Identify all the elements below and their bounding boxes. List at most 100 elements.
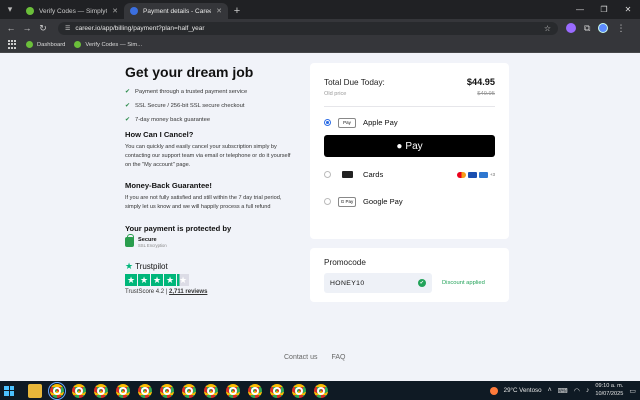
bookmark-star-icon[interactable]: ☆ xyxy=(544,24,551,33)
address-bar[interactable]: ☰ career.io/app/billing/payment?plan=hal… xyxy=(58,21,558,35)
payment-card: Total Due Today: $44.95 Old price $49.95… xyxy=(310,63,509,239)
apple-pay-radio[interactable] xyxy=(324,119,331,126)
chrome-icon[interactable] xyxy=(204,383,218,398)
url-text: career.io/app/billing/payment?plan=half_… xyxy=(75,24,205,32)
chrome-icon[interactable] xyxy=(94,383,108,398)
chrome-icon[interactable] xyxy=(116,383,130,398)
contact-us-link[interactable]: Contact us xyxy=(284,354,317,361)
google-pay-label: Google Pay xyxy=(363,197,403,206)
chrome-icon[interactable] xyxy=(138,383,152,398)
cancel-text: You can quickly and easily cancel your s… xyxy=(125,144,291,168)
cancel-heading: How Can I Cancel? xyxy=(125,130,194,139)
google-pay-radio[interactable] xyxy=(324,198,331,205)
list-item: ✔ 7-day money back guarantee xyxy=(125,116,295,124)
windows-taskbar: 29°C Ventoso ˄ ⌨ ◠ ♪ 09:10 a. m. 10/07/2… xyxy=(0,381,640,400)
system-tray: 29°C Ventoso ˄ ⌨ ◠ ♪ 09:10 a. m. 10/07/2… xyxy=(489,383,636,398)
bookmark-dashboard[interactable]: Dashboard xyxy=(26,41,65,48)
apple-pay-button[interactable]: ● Pay xyxy=(324,135,495,157)
chrome-icon[interactable] xyxy=(292,383,306,398)
language-icon[interactable]: ⌨ xyxy=(558,387,568,395)
payment-method-google-pay[interactable]: G Pay Google Pay xyxy=(324,195,495,208)
benefits-list: ✔ Payment through a trusted payment servi… xyxy=(125,88,295,124)
notification-icon[interactable]: ▭ xyxy=(629,387,636,395)
close-window-icon[interactable]: ✕ xyxy=(616,5,640,14)
chrome-icon[interactable] xyxy=(226,383,240,398)
protected-heading: Your payment is protected by xyxy=(125,223,232,233)
cards-label: Cards xyxy=(363,170,384,179)
page-title: Get your dream job xyxy=(125,64,254,80)
new-tab-button[interactable]: + xyxy=(228,3,246,19)
tab-title: Payment details - Career.io xyxy=(143,7,212,15)
file-explorer-icon[interactable] xyxy=(28,383,42,398)
trustpilot-logo: ★ Trustpilot xyxy=(125,261,295,272)
amex-icon xyxy=(478,171,488,178)
credit-card-icon xyxy=(338,170,356,180)
secure-sub: SSL Encryption xyxy=(138,242,167,248)
tab-search-button[interactable]: ▾ xyxy=(0,0,20,19)
guarantee-heading: Money-Back Guarantee! xyxy=(125,181,212,191)
chrome-icon[interactable] xyxy=(72,383,86,398)
profile-avatar[interactable] xyxy=(598,23,609,33)
bookmark-favicon-icon xyxy=(26,41,33,48)
cards-radio[interactable] xyxy=(324,171,331,178)
apple-pay-label: Apple Pay xyxy=(363,118,398,127)
mastercard-icon xyxy=(456,171,466,178)
payment-method-cards[interactable]: Cards +3 xyxy=(324,168,495,181)
chrome-icon[interactable] xyxy=(270,383,284,398)
maximize-icon[interactable]: ❐ xyxy=(592,5,616,14)
payment-method-apple-pay[interactable]: Pay Apple Pay xyxy=(324,116,495,129)
menu-kebab-icon[interactable]: ⋮ xyxy=(616,23,625,34)
chevron-up-icon[interactable]: ˄ xyxy=(548,387,552,394)
weather-text[interactable]: 29°C Ventoso xyxy=(504,387,542,394)
tab-career-payment[interactable]: Payment details - Career.io ✕ xyxy=(124,3,228,19)
check-icon: ✔ xyxy=(125,89,131,95)
reload-icon[interactable]: ↻ xyxy=(36,21,50,35)
weather-icon[interactable] xyxy=(489,386,498,395)
check-circle-icon: ✔ xyxy=(418,279,426,287)
tab-close-icon[interactable]: ✕ xyxy=(112,7,118,15)
bookmark-verify-codes[interactable]: Verify Codes — Sim... xyxy=(74,41,142,48)
browser-tab-strip: ▾ Verify Codes — SimplyCodes ✕ Payment d… xyxy=(0,0,640,19)
extension-icon[interactable] xyxy=(566,23,576,33)
google-pay-icon: G Pay xyxy=(338,196,356,207)
check-icon: ✔ xyxy=(125,103,131,109)
apple-logo-icon: ● xyxy=(396,140,403,152)
site-info-icon[interactable]: ☰ xyxy=(65,25,70,32)
chrome-icon[interactable] xyxy=(248,383,262,398)
wifi-icon[interactable]: ◠ xyxy=(574,387,580,395)
old-price-label: Old price xyxy=(324,91,347,97)
old-price-value: $49.95 xyxy=(477,91,495,97)
promocode-value: HONEY10 xyxy=(330,279,365,287)
back-icon[interactable]: ← xyxy=(4,21,18,35)
clock[interactable]: 09:10 a. m. 10/07/2025 xyxy=(595,383,623,398)
lock-icon xyxy=(125,234,134,248)
minimize-icon[interactable]: — xyxy=(568,5,592,14)
volume-icon[interactable]: ♪ xyxy=(586,387,590,394)
tab-close-icon[interactable]: ✕ xyxy=(216,7,222,15)
faq-link[interactable]: FAQ xyxy=(331,354,345,361)
tab-simplycodes[interactable]: Verify Codes — SimplyCodes ✕ xyxy=(20,3,124,19)
check-icon: ✔ xyxy=(125,117,131,123)
bullet-text: Payment through a trusted payment servic… xyxy=(135,88,248,95)
promocode-title: Promocode xyxy=(324,258,366,267)
trustpilot-star-icon: ★ xyxy=(125,260,134,271)
trustscore-value: TrustScore 4.2 xyxy=(125,288,165,295)
total-label: Total Due Today: xyxy=(324,78,385,87)
footer-links: Contact us FAQ xyxy=(284,354,345,361)
trustpilot-name: Trustpilot xyxy=(135,261,168,271)
trustscore: TrustScore 4.2 | 2,711 reviews xyxy=(125,288,208,295)
promocode-input[interactable]: HONEY10 ✔ xyxy=(324,273,432,293)
chrome-icon[interactable] xyxy=(48,381,66,400)
apps-grid-icon[interactable] xyxy=(8,40,17,49)
chrome-icon[interactable] xyxy=(182,383,196,398)
chrome-icon[interactable] xyxy=(160,383,174,398)
bullet-text: 7-day money back guarantee xyxy=(135,116,211,123)
extensions-puzzle-icon[interactable]: ⧉ xyxy=(584,23,590,34)
chrome-icon[interactable] xyxy=(314,383,328,398)
bullet-text: SSL Secure / 256-bit SSL secure checkout xyxy=(135,102,245,109)
visa-icon xyxy=(467,171,477,178)
simplycodes-favicon-icon xyxy=(26,7,34,15)
reviews-link[interactable]: 2,711 reviews xyxy=(169,289,207,295)
windows-start-icon[interactable] xyxy=(4,385,14,396)
forward-icon[interactable]: → xyxy=(20,21,34,35)
